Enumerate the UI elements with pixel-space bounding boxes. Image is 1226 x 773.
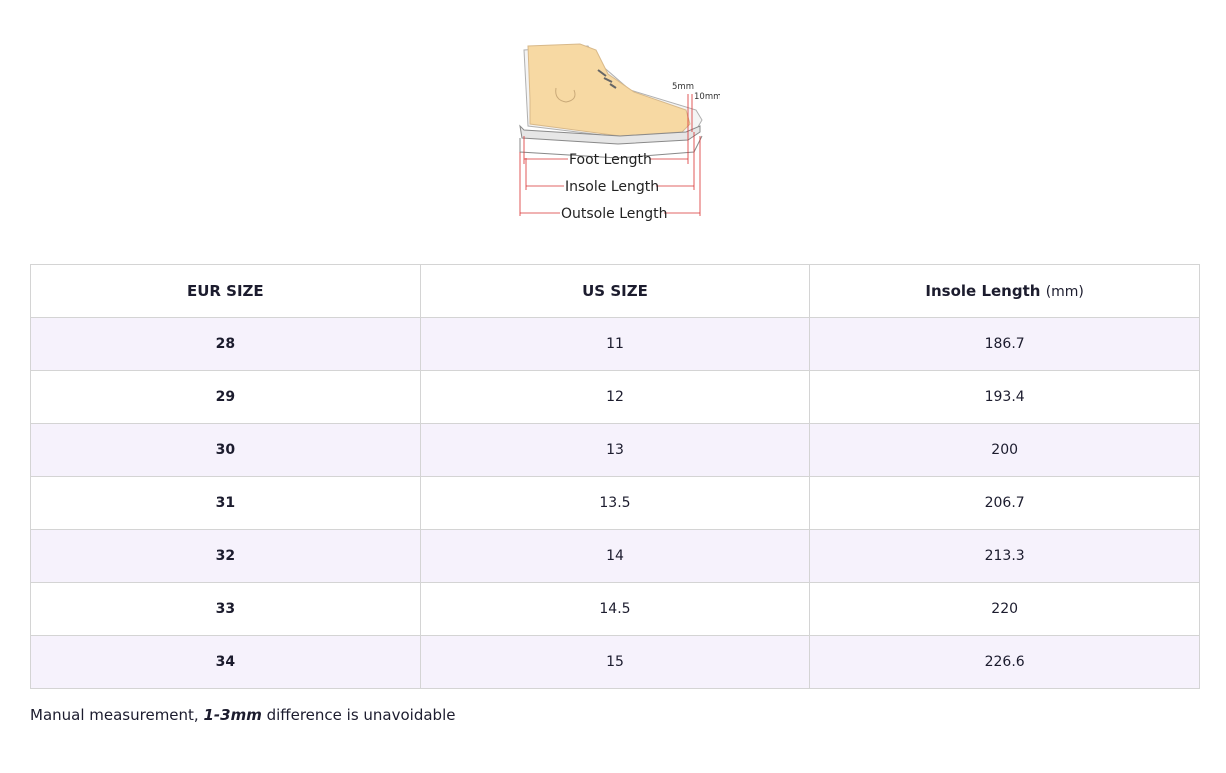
table-row: 32 14 213.3 <box>30 529 1200 583</box>
note-suffix: difference is unavoidable <box>261 706 456 724</box>
table-row: 31 13.5 206.7 <box>30 476 1200 530</box>
table-row: 30 13 200 <box>30 423 1200 477</box>
cell-us-size: 15 <box>419 635 811 689</box>
table-row: 28 11 186.7 <box>30 317 1200 371</box>
table-header-row: EUR SIZE US SIZE Insole Length (mm) <box>30 264 1200 318</box>
cell-eur-size: 32 <box>30 529 421 583</box>
gap-5mm-label: 5mm <box>672 82 694 92</box>
cell-eur-size: 30 <box>30 423 421 477</box>
cell-us-size: 14.5 <box>419 582 811 636</box>
cell-insole-length: 193.4 <box>809 370 1200 424</box>
insole-length-label: Insole Length <box>565 179 659 195</box>
cell-eur-size: 33 <box>30 582 421 636</box>
cell-us-size: 13.5 <box>419 476 811 530</box>
cell-insole-length: 226.6 <box>809 635 1200 689</box>
table-row: 33 14.5 220 <box>30 582 1200 636</box>
cell-insole-length: 200 <box>809 423 1200 477</box>
cell-us-size: 14 <box>419 529 811 583</box>
cell-insole-length: 213.3 <box>809 529 1200 583</box>
outsole-length-label: Outsole Length <box>561 206 667 222</box>
measurement-note: Manual measurement, 1-3mm difference is … <box>30 706 455 724</box>
header-eur-size: EUR SIZE <box>30 264 421 318</box>
cell-insole-length: 206.7 <box>809 476 1200 530</box>
cell-insole-length: 186.7 <box>809 317 1200 371</box>
cell-eur-size: 28 <box>30 317 421 371</box>
cell-us-size: 11 <box>419 317 811 371</box>
cell-insole-length: 220 <box>809 582 1200 636</box>
cell-eur-size: 34 <box>30 635 421 689</box>
cell-us-size: 13 <box>419 423 811 477</box>
cell-eur-size: 31 <box>30 476 421 530</box>
cell-eur-size: 29 <box>30 370 421 424</box>
header-insole-length: Insole Length (mm) <box>809 264 1200 318</box>
header-insole-label: Insole Length <box>925 282 1041 300</box>
foot-length-label: Foot Length <box>569 152 652 168</box>
note-emphasis: 1-3mm <box>203 706 262 724</box>
header-us-size: US SIZE <box>419 264 811 318</box>
cell-us-size: 12 <box>419 370 811 424</box>
table-row: 29 12 193.4 <box>30 370 1200 424</box>
foot-measurement-diagram: 5mm 10mm Foot Length Insole Length Outso… <box>510 40 720 225</box>
note-prefix: Manual measurement, <box>30 706 204 724</box>
table-row: 34 15 226.6 <box>30 635 1200 689</box>
size-chart-table: EUR SIZE US SIZE Insole Length (mm) 28 1… <box>30 264 1200 689</box>
foot-illustration: 5mm 10mm Foot Length Insole Length Outso… <box>519 43 720 222</box>
header-insole-unit: (mm) <box>1045 284 1084 300</box>
gap-10mm-label: 10mm <box>694 92 720 102</box>
